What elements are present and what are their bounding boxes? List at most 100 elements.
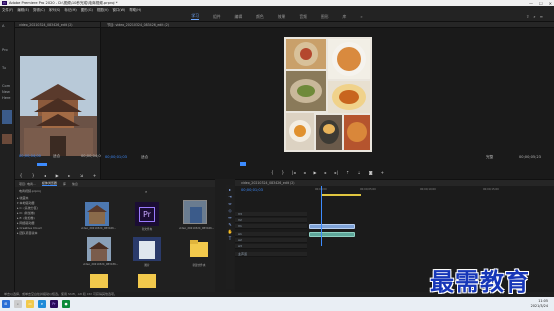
system-clock[interactable]: 11:05 2021/3/24	[531, 299, 548, 308]
folder-icon[interactable]	[135, 270, 159, 288]
learn-panel-strip: A Pro Tu Com New Here	[0, 22, 15, 292]
workspace-tab-assembly[interactable]: 组件	[213, 14, 221, 20]
source-timecode[interactable]: 00;00;04;00	[19, 154, 41, 158]
mark-out-icon[interactable]: }	[32, 173, 35, 178]
track-v1[interactable]: V1	[235, 224, 307, 229]
track-a1[interactable]: A1	[235, 232, 307, 237]
lift-icon[interactable]: ⇡	[346, 170, 349, 175]
premiere-project-icon[interactable]: Pr	[135, 202, 159, 226]
audio-clip[interactable]	[309, 232, 355, 237]
tab-info[interactable]: 信息	[72, 182, 78, 186]
media-thumb-video[interactable]	[85, 202, 109, 226]
menu-sequence[interactable]: 序列(S)	[49, 7, 61, 12]
minimize-icon[interactable]: —	[529, 1, 533, 6]
go-to-in-icon[interactable]: |◂	[292, 170, 295, 175]
track-v3[interactable]: V3	[235, 212, 307, 217]
selection-tool-icon[interactable]: ▸	[229, 187, 231, 192]
workspace-tab-audio[interactable]: 音频	[299, 14, 307, 20]
search-icon[interactable]: ⌕	[533, 14, 535, 19]
learn-thumb[interactable]	[2, 110, 12, 124]
program-playhead[interactable]	[240, 162, 246, 166]
mark-out-icon[interactable]: }	[282, 170, 285, 175]
go-to-out-icon[interactable]: ▸|	[335, 170, 338, 175]
menu-marker[interactable]: 标记(M)	[64, 7, 76, 12]
tab-project[interactable]: 项目: 电商...	[19, 182, 36, 186]
pen-icon[interactable]: ✎	[228, 222, 231, 227]
search-icon[interactable]: ⌕	[145, 189, 147, 194]
play-icon[interactable]: ▶	[56, 173, 59, 178]
track-master[interactable]: 主声道	[235, 252, 307, 257]
program-fit-select[interactable]: 适合	[141, 155, 148, 160]
browser-icon[interactable]: e	[38, 300, 46, 308]
program-header[interactable]: 节目: video_20210324_083426_edit (2)	[101, 22, 554, 28]
step-back-icon[interactable]: ◂	[304, 170, 306, 175]
workspace-tab-editing[interactable]: 编辑	[235, 14, 243, 20]
menu-window[interactable]: 窗口(W)	[113, 7, 126, 12]
tree-item[interactable]: ▸ 团队项目版本	[17, 231, 72, 236]
source-playhead[interactable]	[37, 163, 47, 166]
timeline-timecode[interactable]: 00;00;01;03	[241, 188, 263, 192]
close-icon[interactable]: ✕	[549, 1, 552, 6]
folder-icon[interactable]	[187, 237, 211, 261]
program-quality-select[interactable]: 完整	[486, 155, 493, 160]
mark-in-icon[interactable]: {	[20, 173, 23, 178]
workspace-tab-libraries[interactable]: 库	[343, 14, 347, 20]
slip-icon[interactable]: ↔	[228, 215, 231, 220]
source-header[interactable]: video_20210324_083426_edit (2)	[15, 22, 100, 28]
menu-help[interactable]: 帮助(H)	[129, 7, 141, 12]
program-duration: 00;00;05;23	[519, 155, 541, 159]
search-icon[interactable]: ⌕	[14, 300, 22, 308]
media-thumb-video-selected[interactable]	[183, 200, 207, 224]
type-icon[interactable]: T	[229, 236, 231, 241]
workspace-tab-color[interactable]: 颜色	[256, 14, 264, 20]
menu-graphics[interactable]: 图形(G)	[81, 7, 93, 12]
timeline-header[interactable]: video_20210324_083426_edit (2)	[235, 180, 554, 186]
step-forward-icon[interactable]: ▸	[68, 173, 70, 178]
workspace-more-icon[interactable]: »	[360, 14, 362, 19]
workspace-tab-effects[interactable]: 效果	[278, 14, 286, 20]
file-explorer-icon[interactable]: ▭	[26, 300, 34, 308]
share-icon[interactable]: ⇪	[526, 14, 529, 19]
notifications-icon[interactable]: ≡	[540, 14, 543, 19]
premiere-logo-icon: Pr	[2, 1, 7, 5]
learn-thumb[interactable]	[2, 134, 12, 144]
step-forward-icon[interactable]: ▸	[325, 170, 327, 175]
tools-panel: ▸ ⇥ ⇔ ◇ ↔ ✎ ✋ T	[226, 185, 234, 289]
add-icon[interactable]: +	[381, 170, 384, 175]
track-select-icon[interactable]: ⇥	[228, 194, 231, 199]
track-a2[interactable]: A2	[235, 238, 307, 243]
folder-icon[interactable]	[87, 270, 111, 288]
insert-icon[interactable]: ⇲	[80, 173, 83, 178]
media-caption: video_20210324_083436...	[83, 263, 119, 266]
tab-libraries[interactable]: 库	[63, 182, 66, 186]
menu-edit[interactable]: 编辑(E)	[17, 7, 29, 12]
media-thumb-video[interactable]	[87, 237, 111, 261]
video-clip[interactable]	[309, 224, 355, 229]
mark-in-icon[interactable]: {	[271, 170, 274, 175]
maximize-icon[interactable]: ☐	[539, 1, 543, 6]
ripple-edit-icon[interactable]: ⇔	[228, 201, 231, 206]
work-area-bar[interactable]	[321, 194, 361, 196]
track-a3[interactable]: A3	[235, 244, 307, 249]
workspace-tab-graphics[interactable]: 图形	[321, 14, 329, 20]
hand-icon[interactable]: ✋	[228, 229, 233, 234]
program-timecode[interactable]: 00;00;01;03	[105, 155, 127, 159]
start-icon[interactable]: ⊞	[2, 300, 10, 308]
track-v2[interactable]: V2	[235, 218, 307, 223]
add-icon[interactable]: +	[93, 173, 96, 178]
workspace-tab-learn[interactable]: 学习	[191, 13, 199, 20]
play-icon[interactable]: ▶	[314, 170, 317, 175]
menu-clip[interactable]: 剪辑(C)	[33, 7, 45, 12]
tab-media-browser[interactable]: 媒体浏览器	[41, 181, 57, 186]
media-thumb-image[interactable]	[133, 237, 161, 261]
menu-file[interactable]: 文件(F)	[2, 7, 13, 12]
step-back-icon[interactable]: ◂	[44, 173, 46, 178]
extract-icon[interactable]: ⇣	[357, 170, 360, 175]
camera-icon[interactable]: ◙	[369, 170, 373, 175]
source-fit-select[interactable]: 适合	[53, 154, 60, 159]
premiere-taskbar-icon[interactable]: Pr	[50, 300, 58, 308]
timeline-playhead[interactable]	[321, 186, 322, 246]
menu-view[interactable]: 视图(V)	[97, 7, 109, 12]
wechat-icon[interactable]: ●	[62, 300, 70, 308]
razor-icon[interactable]: ◇	[228, 208, 231, 213]
